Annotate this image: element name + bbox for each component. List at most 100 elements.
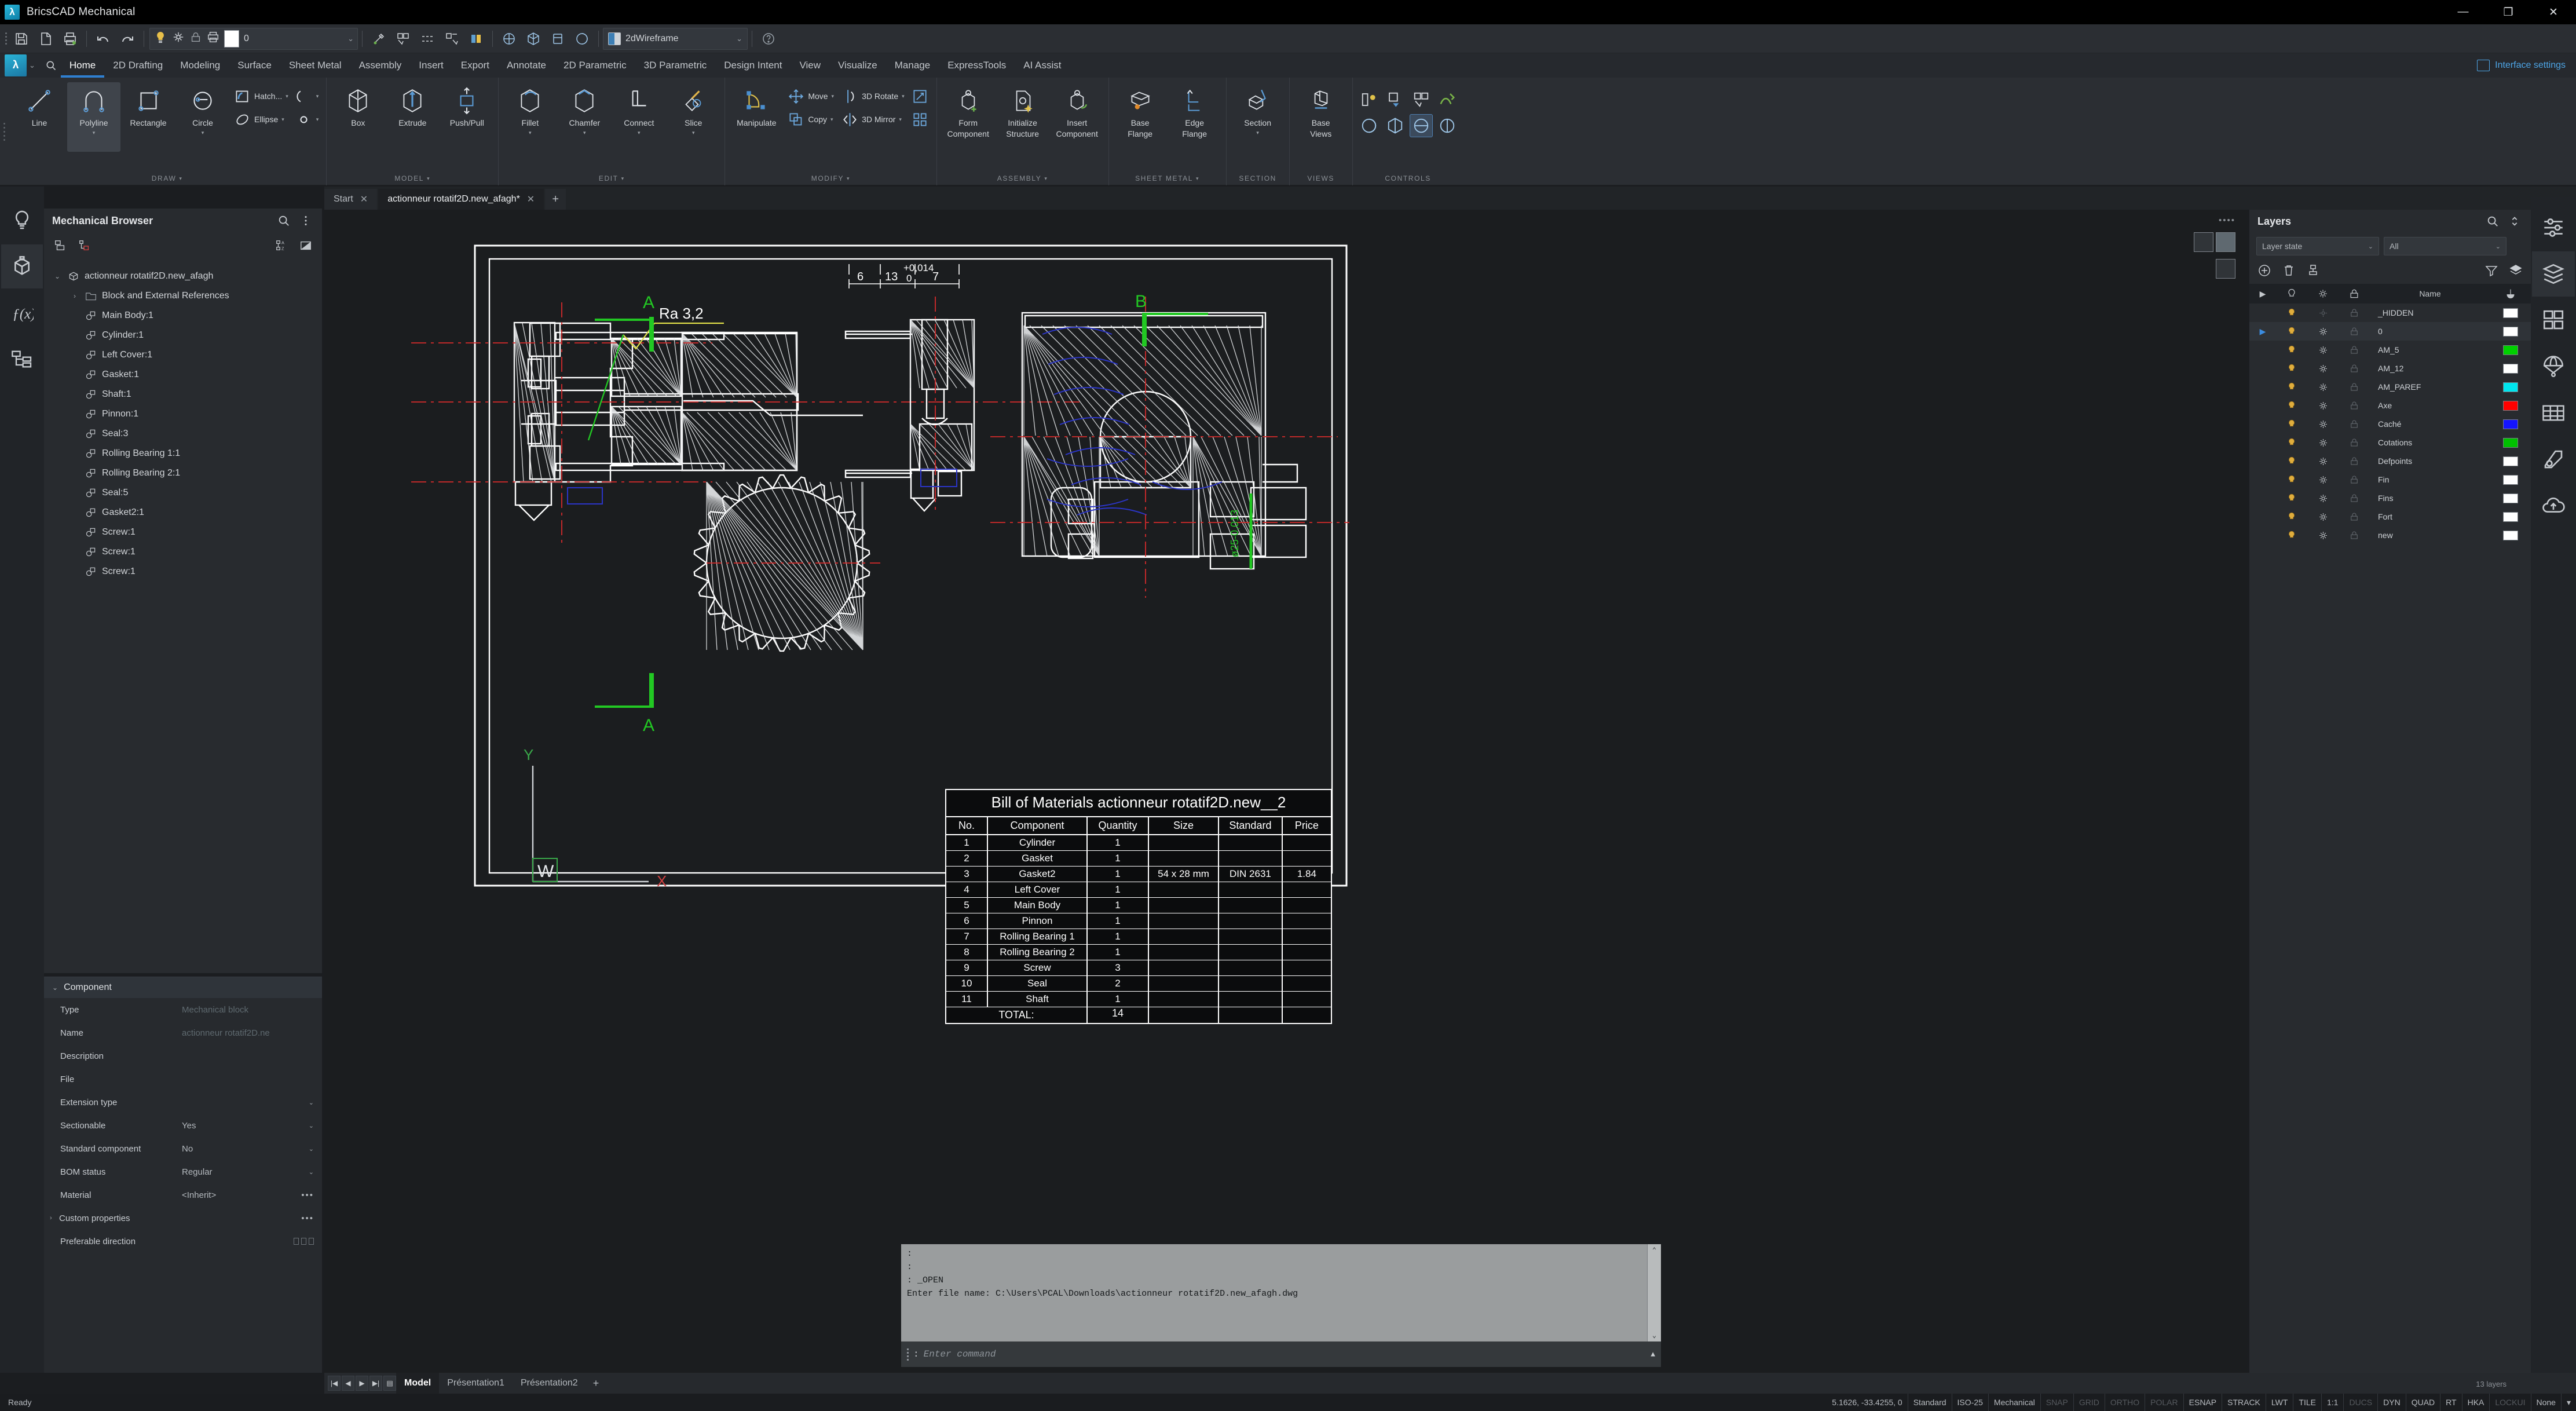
drawing-canvas[interactable]: Ra 3,2 A A B ø25-0,013 (324, 210, 2247, 1373)
viewcube-left-face[interactable] (2194, 232, 2213, 252)
layer-freeze-toggle[interactable] (2276, 437, 2307, 448)
tool-edge-flange[interactable]: Edge Flange (1168, 82, 1221, 152)
layer-lock-toggle[interactable] (2339, 437, 2370, 448)
layer-row[interactable]: Caché (2249, 415, 2531, 433)
status-toggle-snap[interactable]: SNAP (2040, 1394, 2073, 1411)
browser-node-left-cover-1[interactable]: Left Cover:1 (50, 345, 322, 365)
ribbon-tab-design-intent[interactable]: Design Intent (715, 53, 791, 78)
viewport-menu-dots[interactable]: •••• (2219, 215, 2235, 225)
layer-row[interactable]: Fort (2249, 507, 2531, 526)
layer-color-swatch[interactable] (2490, 327, 2531, 337)
browser-node-shaft-1[interactable]: Shaft:1 (50, 385, 322, 404)
layer-stack-icon[interactable] (2509, 264, 2523, 280)
group-edit-expand-icon[interactable]: ▾ (621, 176, 625, 182)
layer-lock-toggle[interactable] (2339, 326, 2370, 337)
browser-node-seal-5[interactable]: Seal:5 (50, 483, 322, 503)
layer-lock-toggle[interactable] (2339, 400, 2370, 411)
redo-icon[interactable] (116, 28, 138, 50)
layer-row[interactable]: _HIDDEN (2249, 304, 2531, 322)
component-cube-icon[interactable] (1, 244, 43, 288)
group-sheet-metal-expand-icon[interactable]: ▾ (1196, 176, 1199, 182)
doc-tab-start[interactable]: Start ✕ (324, 189, 377, 210)
doc-tab-drawing-close-icon[interactable]: ✕ (527, 193, 535, 205)
interface-settings-button[interactable]: Interface settings (2477, 60, 2566, 71)
layer-control[interactable]: 0 ⌄ (149, 28, 358, 50)
layout-next-button[interactable]: ▶ (356, 1376, 368, 1391)
view-right-ctl-icon[interactable] (1436, 114, 1459, 137)
contrast-icon[interactable] (298, 237, 314, 254)
visual-style-dropdown[interactable]: 2dWireframe ⌄ (603, 28, 748, 50)
layer-freeze-toggle[interactable] (2276, 418, 2307, 430)
tool-rectangle[interactable]: Rectangle (122, 82, 175, 152)
command-input-bar[interactable]: : Enter command ▲ (901, 1341, 1661, 1367)
chevron-down-icon[interactable]: ⌄ (347, 34, 354, 43)
layout-prev-button[interactable]: ◀ (342, 1376, 354, 1391)
property-value[interactable]: Yes (182, 1121, 305, 1131)
layer-row[interactable]: Axe (2249, 396, 2531, 415)
status-toggle-grid[interactable]: GRID (2073, 1394, 2105, 1411)
ribbon-tab-annotate[interactable]: Annotate (498, 53, 555, 78)
tool-connect[interactable]: Connect ▾ (612, 82, 665, 152)
ribbon-tab-expresstools[interactable]: ExpressTools (939, 53, 1015, 78)
layer-row[interactable]: Defpoints (2249, 452, 2531, 470)
view-iso-ctl-icon[interactable] (1384, 114, 1407, 137)
property-value[interactable]: Regular (182, 1167, 305, 1177)
property-expand-icon[interactable]: › (50, 1215, 59, 1222)
sheet-icon[interactable]: ▤ (383, 1376, 396, 1391)
layer-on-toggle[interactable] (2307, 493, 2339, 504)
layer-prop-icon[interactable] (1384, 88, 1407, 111)
tool-ellipse-dropdown-icon[interactable]: ▾ (281, 116, 284, 123)
layer-row[interactable]: AM_PAREF (2249, 378, 2531, 396)
bom-row[interactable]: 8Rolling Bearing 21 (946, 945, 1331, 960)
layer-color-swatch[interactable] (2490, 512, 2531, 522)
tool-circle-dropdown-icon[interactable]: ▾ (202, 130, 204, 136)
layer-on-toggle[interactable] (2307, 437, 2339, 448)
help-icon[interactable] (758, 28, 780, 50)
property-row-extension-type[interactable]: Extension type⌄ (44, 1091, 322, 1114)
ribbon-tab-surface[interactable]: Surface (229, 53, 280, 78)
layer-lock-toggle[interactable] (2339, 308, 2370, 318)
layer-current-marker[interactable]: ▶ (2249, 327, 2276, 337)
layer-lock-toggle[interactable] (2339, 456, 2370, 466)
status-coordinates[interactable]: 5.1626, -33.4255, 0 (1827, 1394, 1907, 1411)
view-top-icon[interactable] (498, 28, 520, 50)
browser-node-main-body-1[interactable]: Main Body:1 (50, 306, 322, 326)
chevron-down-icon[interactable]: ⌄ (2360, 243, 2373, 250)
layers-ctl-icon[interactable] (1357, 88, 1381, 111)
close-button[interactable]: ✕ (2531, 0, 2576, 24)
layer-color-swatch[interactable] (2490, 364, 2531, 374)
command-scroll-up-icon[interactable]: ⌃ (1652, 1246, 1656, 1255)
layer-color-swatch[interactable] (2490, 456, 2531, 466)
group-draw-expand-icon[interactable]: ▾ (179, 176, 182, 182)
tool-point[interactable]: ▾ (292, 109, 322, 130)
browser-node-rolling-bearing-1-1[interactable]: Rolling Bearing 1:1 (50, 444, 322, 463)
ribbon-tab-insert[interactable]: Insert (410, 53, 452, 78)
tool-base-views[interactable]: Base Views (1294, 82, 1348, 152)
bom-row[interactable]: 1Cylinder1 (946, 835, 1331, 851)
properties-collapse-icon[interactable]: ⌄ (52, 984, 58, 992)
layer-lock-toggle[interactable] (2339, 363, 2370, 374)
bom-row[interactable]: 10Seal2 (946, 976, 1331, 992)
tool-3d-mirror[interactable]: 3D Mirror ▾ (838, 109, 908, 130)
command-history[interactable]: ::: _OPENEnter file name: C:\Users\PCAL\… (901, 1244, 1661, 1341)
lightbulb-icon[interactable] (1, 198, 43, 242)
ribbon-tab-2d-drafting[interactable]: 2D Drafting (104, 53, 171, 78)
layer-color-swatch[interactable] (2490, 438, 2531, 448)
status-toggle-strack[interactable]: STRACK (2222, 1394, 2266, 1411)
browser-node-pinnon-1[interactable]: Pinnon:1 (50, 404, 322, 424)
browser-node-screw-1[interactable]: Screw:1 (50, 562, 322, 582)
status-toggle-lwt[interactable]: LWT (2266, 1394, 2293, 1411)
bom-row[interactable]: 9Screw3 (946, 960, 1331, 976)
layer-row[interactable]: AM_12 (2249, 359, 2531, 378)
ribbon-tab-home[interactable]: Home (61, 53, 104, 78)
doc-tab-drawing[interactable]: actionneur rotatif2D.new_afagh* ✕ (378, 189, 544, 210)
property-value[interactable]: Mechanical block (182, 1005, 314, 1015)
layer-on-toggle[interactable] (2307, 530, 2339, 541)
property-row-preferable-direction[interactable]: Preferable direction (44, 1230, 322, 1253)
tool-form-component[interactable]: Form Component (942, 82, 995, 152)
tool-line[interactable]: Line (13, 82, 66, 152)
ribbon-search-icon[interactable] (41, 56, 61, 75)
ribbon-tab-view[interactable]: View (791, 53, 829, 78)
layer-color-swatch[interactable] (2490, 531, 2531, 540)
group-modify-expand-icon[interactable]: ▾ (847, 176, 850, 182)
